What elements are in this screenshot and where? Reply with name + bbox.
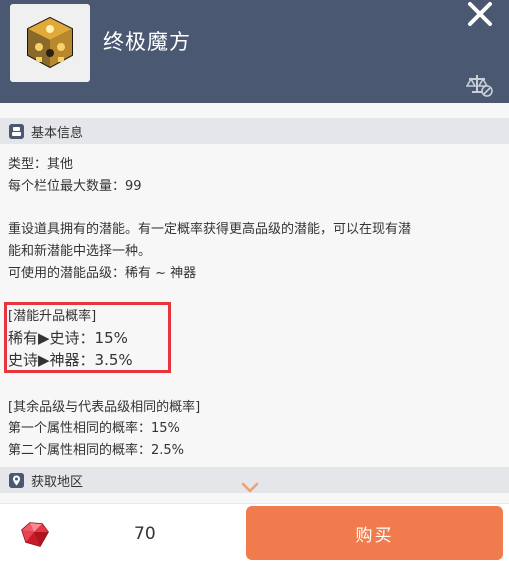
price-value: 70 bbox=[134, 524, 156, 544]
red-crystal-icon bbox=[18, 520, 50, 550]
first-line-same-rate: 第一个属性相同的概率：15% bbox=[8, 421, 180, 436]
chevron-down-icon[interactable] bbox=[241, 479, 259, 493]
compare-button[interactable] bbox=[465, 72, 494, 98]
second-line-same-rate: 第二个属性相同的概率：2.5% bbox=[8, 443, 185, 458]
description-line: 重设道具拥有的潜能。有一定概率获得更高品级的潜能，可以在现有潜 bbox=[8, 222, 412, 237]
section-label: 获取地区 bbox=[31, 474, 84, 490]
description-line: 能和新潜能中选择一种。 bbox=[8, 244, 152, 259]
info-icon bbox=[9, 123, 24, 139]
item-type: 类型：其他 bbox=[8, 157, 74, 172]
same-tier-heading: [其余品级与代表品级相同的概率] bbox=[8, 400, 201, 415]
purchase-bar: 70 购买 bbox=[0, 503, 509, 563]
cube-icon bbox=[27, 16, 73, 69]
usable-tiers: 可使用的潜能品级：稀有 ~ 神器 bbox=[8, 266, 197, 281]
item-header: 终极魔方 bbox=[0, 0, 509, 103]
item-max-stack: 每个栏位最大数量：99 bbox=[8, 179, 142, 194]
item-title: 终极魔方 bbox=[103, 30, 191, 54]
highlight-annotation bbox=[4, 302, 171, 373]
section-basic-info: 基本信息 bbox=[0, 118, 509, 144]
section-label: 基本信息 bbox=[31, 125, 84, 141]
item-icon-frame bbox=[10, 4, 90, 82]
compare-icon bbox=[465, 75, 493, 97]
close-button[interactable] bbox=[463, 0, 497, 30]
buy-button[interactable]: 购买 bbox=[246, 506, 503, 560]
location-pin-icon bbox=[9, 472, 24, 488]
close-icon bbox=[468, 2, 492, 26]
